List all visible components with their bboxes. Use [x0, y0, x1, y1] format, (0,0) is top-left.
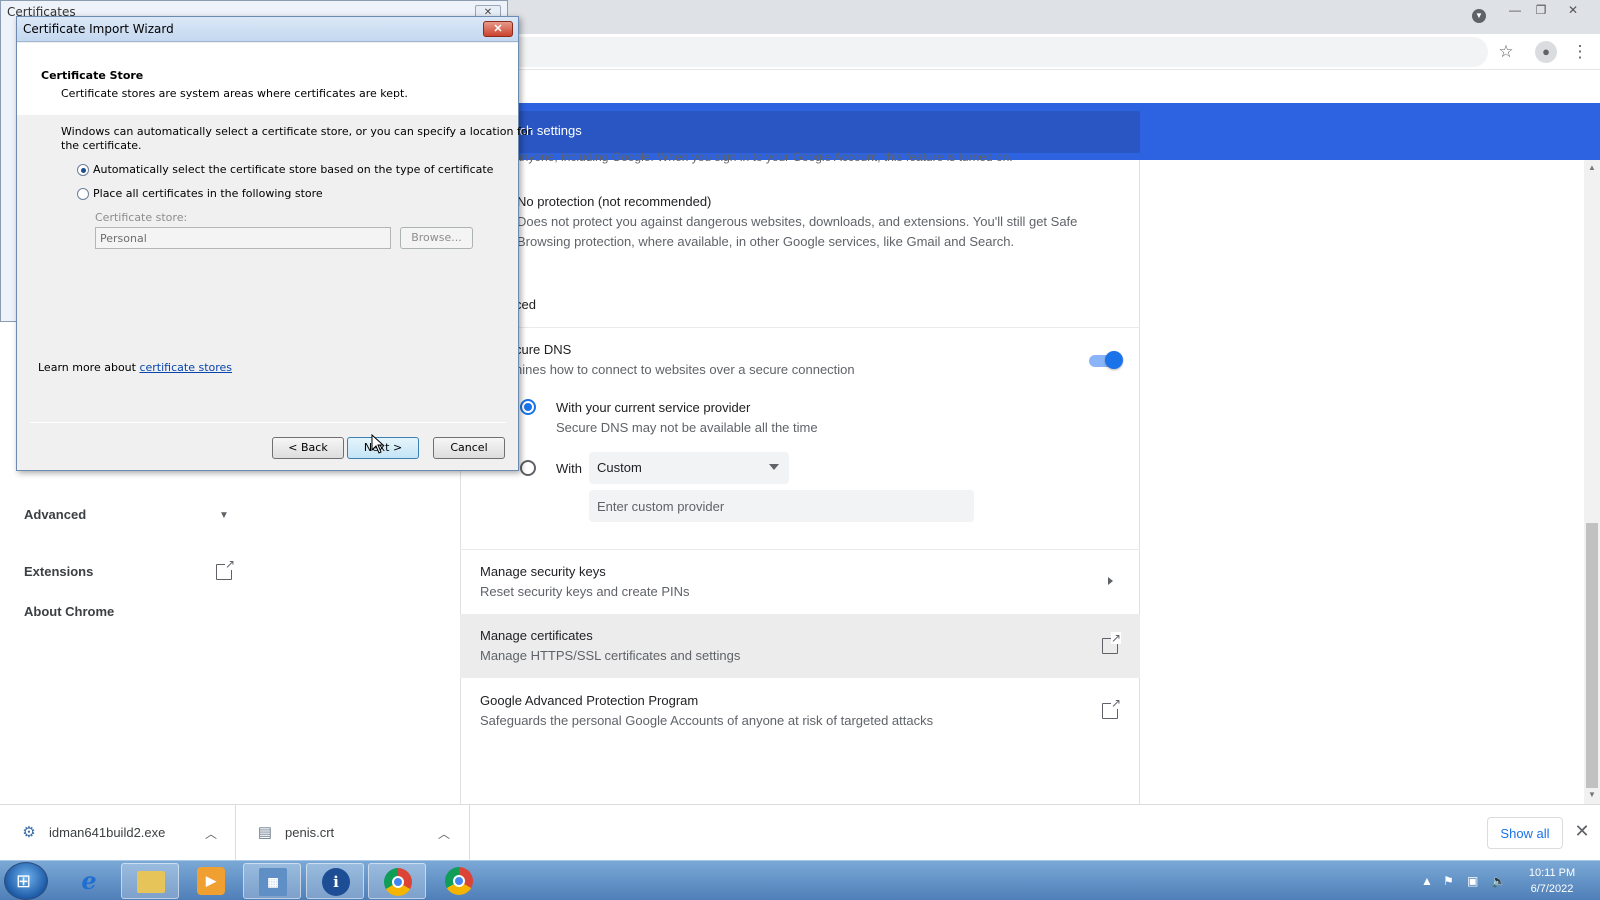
chevron-up-icon[interactable]: ︿: [205, 825, 217, 842]
wizard-intro-1: Windows can automatically select a certi…: [61, 125, 533, 138]
show-all-button[interactable]: Show all: [1487, 817, 1563, 849]
manual-store-label[interactable]: Place all certificates in the following …: [93, 187, 323, 200]
dns-current-provider-radio[interactable]: [520, 399, 536, 415]
download-filename: idman641build2.exe: [49, 825, 166, 840]
scrollbar-thumb[interactable]: [1586, 523, 1598, 788]
scroll-up-icon[interactable]: ▲: [1586, 163, 1598, 172]
chevron-down-icon[interactable]: ▼: [219, 510, 229, 521]
security-keys-title[interactable]: Manage security keys: [480, 564, 606, 579]
nav-about-chrome[interactable]: About Chrome: [24, 604, 114, 619]
info-icon[interactable]: i: [306, 863, 364, 899]
windows-start-icon[interactable]: ⊞: [4, 862, 48, 900]
system-clock[interactable]: 10:11 PM 6/7/2022: [1520, 865, 1584, 897]
certificate-import-wizard: Certificate Import Wizard ✕ Certificate …: [16, 16, 532, 471]
wizard-heading: Certificate Store: [41, 69, 144, 82]
dns-custom-radio[interactable]: [520, 460, 536, 476]
open-in-new-icon[interactable]: [1102, 697, 1121, 719]
scroll-down-icon[interactable]: ▼: [1586, 790, 1598, 799]
no-protection-title[interactable]: No protection (not recommended): [517, 194, 711, 209]
chrome-icon[interactable]: [430, 863, 488, 899]
dns-current-provider-label: With your current service provider: [556, 400, 751, 415]
learn-more-text: Learn more about certificate stores: [38, 361, 232, 374]
close-icon[interactable]: ✕: [1572, 821, 1592, 841]
close-window-button[interactable]: ✕: [1562, 2, 1584, 18]
wizard-subheading: Certificate stores are system areas wher…: [61, 87, 408, 100]
dns-custom-label: With: [556, 461, 582, 476]
back-button[interactable]: < Back: [272, 437, 344, 459]
settings-search-box[interactable]: arch settings: [460, 111, 1140, 153]
restore-button[interactable]: ❐: [1530, 2, 1552, 18]
close-icon[interactable]: ✕: [483, 21, 513, 37]
browse-button: Browse...: [400, 227, 473, 249]
chevron-up-icon[interactable]: ︿: [438, 825, 450, 842]
chevron-down-icon[interactable]: ▼: [1472, 9, 1486, 23]
dns-provider-value: Custom: [597, 460, 642, 475]
store-label: Certificate store:: [95, 211, 188, 224]
media-player-icon[interactable]: ▶: [182, 863, 240, 899]
network-icon[interactable]: ▣: [1467, 874, 1478, 888]
dropdown-arrow-icon: [769, 464, 779, 470]
secure-dns-desc: nines how to connect to websites over a …: [515, 362, 855, 377]
tray-expand-icon[interactable]: ▲: [1421, 874, 1433, 888]
download-filename: penis.crt: [285, 825, 335, 840]
custom-provider-input[interactable]: [589, 490, 974, 522]
minimize-button[interactable]: —: [1504, 2, 1526, 18]
installer-icon: ⚙: [22, 824, 36, 841]
wizard-title: Certificate Import Wizard: [23, 22, 174, 36]
security-keys-desc: Reset security keys and create PINs: [480, 584, 690, 599]
certificate-store-input: [96, 228, 390, 248]
download-shelf: ⚙ idman641build2.exe ︿ ▤ penis.crt ︿ Sho…: [0, 804, 1600, 861]
cancel-button[interactable]: Cancel: [433, 437, 505, 459]
learn-more-prefix: Learn more about: [38, 361, 140, 374]
clock-time: 10:11 PM: [1528, 867, 1576, 879]
advanced-protection-desc: Safeguards the personal Google Accounts …: [480, 713, 934, 728]
auto-store-label[interactable]: Automatically select the certificate sto…: [93, 163, 493, 176]
star-icon[interactable]: ☆: [1495, 41, 1517, 63]
manual-store-radio[interactable]: [77, 188, 89, 200]
taskbar: ⊞ e ▶ ▦ i ▲ ⚑ ▣ 🔈 10:11 PM 6/7/2022: [0, 860, 1600, 900]
manage-certificates-desc: Manage HTTPS/SSL certificates and settin…: [480, 648, 741, 663]
wizard-header: Certificate Store Certificate stores are…: [17, 43, 518, 115]
no-protection-desc-2: Browsing protection, where available, in…: [517, 234, 1015, 249]
divider: [460, 327, 1140, 328]
open-in-new-icon[interactable]: [216, 558, 235, 580]
manage-certificates-title[interactable]: Manage certificates: [480, 628, 593, 643]
wizard-titlebar: Certificate Import Wizard ✕: [17, 17, 518, 42]
advanced-protection-title[interactable]: Google Advanced Protection Program: [480, 693, 698, 708]
account-icon[interactable]: ●: [1535, 41, 1557, 63]
nav-extensions[interactable]: Extensions: [24, 564, 93, 579]
wizard-intro-2: the certificate.: [61, 139, 142, 152]
no-protection-desc-1: Does not protect you against dangerous w…: [517, 214, 1078, 229]
certificate-store-field: [95, 227, 391, 249]
certificate-stores-link[interactable]: certificate stores: [139, 361, 232, 374]
certificate-file-icon: ▤: [257, 824, 273, 841]
dns-provider-select[interactable]: Custom: [589, 452, 789, 484]
volume-muted-icon[interactable]: 🔈: [1491, 874, 1506, 888]
download-item[interactable]: ▤ penis.crt ︿: [236, 805, 470, 861]
divider: [30, 97, 506, 98]
divider: [460, 549, 1140, 550]
chevron-right-icon[interactable]: [1108, 577, 1113, 585]
secure-dns-title: cure DNS: [515, 342, 572, 357]
clipped-description: anyone, including Google. When you sign …: [515, 150, 1013, 164]
manage-certificates-row[interactable]: [460, 614, 1140, 678]
download-item[interactable]: ⚙ idman641build2.exe ︿: [0, 805, 236, 861]
auto-store-radio[interactable]: [77, 164, 89, 176]
open-in-new-icon[interactable]: [1102, 632, 1121, 654]
secure-dns-toggle-knob[interactable]: [1105, 351, 1123, 369]
chrome-icon[interactable]: [368, 863, 426, 899]
dns-current-provider-desc: Secure DNS may not be available all the …: [556, 420, 818, 435]
action-center-flag-icon[interactable]: ⚑: [1443, 874, 1454, 888]
clock-date: 6/7/2022: [1530, 883, 1574, 895]
internet-explorer-icon[interactable]: e: [60, 863, 118, 899]
file-explorer-icon[interactable]: [121, 863, 179, 899]
custom-provider-field[interactable]: [589, 490, 974, 522]
divider: [30, 422, 506, 423]
nav-advanced[interactable]: Advanced: [24, 507, 86, 522]
more-icon[interactable]: ⋮: [1569, 41, 1591, 63]
control-panel-icon[interactable]: ▦: [243, 863, 301, 899]
